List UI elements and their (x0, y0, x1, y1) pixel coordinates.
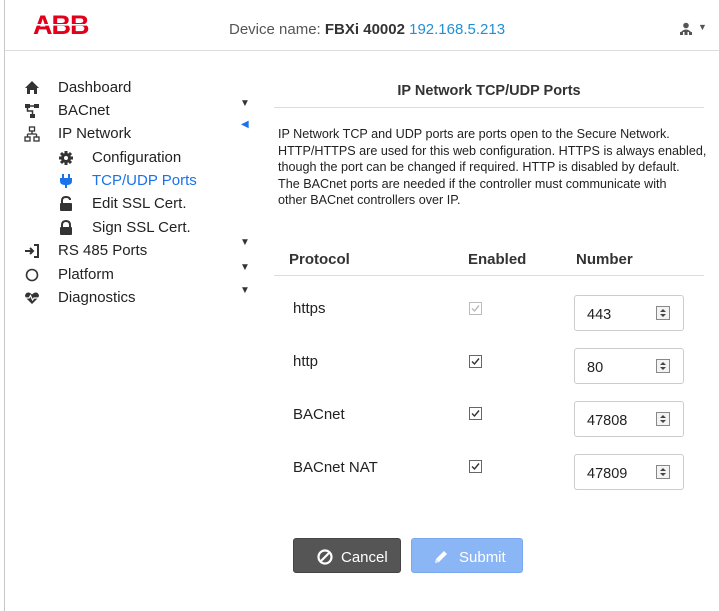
heartbeat-icon (25, 292, 39, 304)
cancel-button-label: Cancel (341, 549, 388, 566)
checkmark-icon (471, 463, 480, 471)
expand-arrow-icon[interactable]: ▼ (240, 98, 250, 109)
device-label: Device name: (229, 21, 321, 38)
home-icon (25, 81, 39, 94)
port-number-input-bacnet[interactable]: 47808 (574, 401, 684, 437)
device-info: Device name: FBXi 40002 192.168.5.213 (229, 21, 505, 38)
checkmark-icon (471, 305, 480, 313)
column-header-protocol: Protocol (289, 251, 350, 268)
unlock-icon (60, 196, 72, 211)
circle-icon (25, 268, 39, 282)
enabled-checkbox-https (469, 302, 482, 315)
sidebar-item-label: Diagnostics (58, 289, 136, 306)
port-number-value: 47808 (587, 413, 628, 429)
protocol-label-https: https (293, 300, 326, 317)
enabled-checkbox-http[interactable] (469, 355, 482, 368)
device-ip-link[interactable]: 192.168.5.213 (409, 21, 505, 38)
sidebar-item-label: IP Network (58, 125, 132, 142)
checkmark-icon (471, 410, 480, 418)
sidebar-item-label: Dashboard (58, 79, 132, 96)
port-number-input-https[interactable]: 443 (574, 295, 684, 331)
hierarchy-icon (25, 104, 39, 118)
sidebar-item-label: Edit SSL Cert. (92, 195, 187, 212)
sidebar-item-label: Configuration (92, 149, 182, 166)
plug-icon (60, 174, 72, 188)
description-line: The BACnet ports are needed if the contr… (278, 176, 667, 191)
ban-icon (317, 549, 333, 565)
spinner-icon[interactable] (656, 412, 670, 426)
spinner-icon[interactable] (656, 465, 670, 479)
description-line: though the port can be changed if requir… (278, 160, 680, 174)
sidebar-item-label: Platform (58, 266, 114, 283)
protocol-label-bacnet: BACnet (293, 406, 345, 423)
sidebar-item-label: TCP/UDP Ports (92, 172, 197, 189)
sidebar-item-label: RS 485 Ports (58, 242, 148, 259)
enabled-checkbox-bacnet-nat[interactable] (469, 460, 482, 473)
expand-arrow-icon[interactable]: ▼ (240, 262, 250, 273)
description: IP Network TCP and UDP ports are ports o… (278, 126, 710, 209)
description-line: IP Network TCP and UDP ports are ports o… (278, 127, 670, 141)
spinner-icon[interactable] (656, 306, 670, 320)
chevron-down-icon: ▼ (698, 22, 707, 32)
lock-icon (60, 220, 72, 235)
checkmark-icon (471, 358, 480, 366)
sign-in-icon (25, 244, 39, 258)
description-line: other BACnet controllers over IP. (278, 193, 461, 207)
port-number-value: 80 (587, 360, 604, 376)
cancel-button[interactable]: Cancel (293, 538, 401, 573)
abb-logo: ABB (33, 10, 105, 43)
enabled-checkbox-bacnet[interactable] (469, 407, 482, 420)
collapse-arrow-icon[interactable]: ◀ (241, 119, 249, 130)
protocol-label-http: http (293, 353, 319, 370)
description-line: HTTP/HTTPS are used for this web configu… (278, 143, 707, 158)
user-menu-dropdown[interactable]: ▼ (679, 20, 709, 40)
column-header-number: Number (576, 251, 633, 268)
window-border (4, 0, 5, 611)
divider (274, 107, 704, 108)
port-number-value: 47809 (587, 466, 628, 482)
expand-arrow-icon[interactable]: ▼ (240, 237, 250, 248)
device-name: FBXi 40002 (324, 21, 405, 38)
top-header: ABB Device name: FBXi 40002 192.168.5.21… (5, 0, 719, 51)
sidebar-item-label: Sign SSL Cert. (92, 219, 191, 236)
column-header-enabled: Enabled (468, 251, 527, 268)
submit-button[interactable]: Submit (411, 538, 523, 573)
protocol-label-bacnet-nat: BACnet NAT (293, 459, 378, 476)
sidebar-item-label: BACnet (58, 102, 110, 119)
user-network-icon (680, 22, 692, 35)
submit-button-label: Submit (459, 549, 506, 566)
network-icon (24, 126, 40, 142)
port-number-input-bacnet-nat[interactable]: 47809 (574, 454, 684, 490)
port-number-value: 443 (587, 307, 612, 323)
pencil-icon (435, 551, 447, 563)
expand-arrow-icon[interactable]: ▼ (240, 285, 250, 296)
divider (274, 275, 704, 276)
page-title: IP Network TCP/UDP Ports (397, 83, 581, 99)
port-number-input-http[interactable]: 80 (574, 348, 684, 384)
gear-icon (59, 151, 73, 165)
spinner-icon[interactable] (656, 359, 670, 373)
